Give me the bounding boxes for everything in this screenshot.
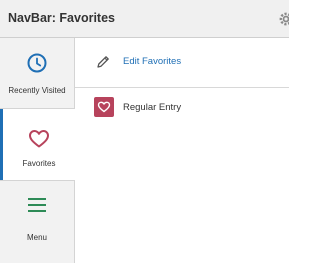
- sidebar-item-label: Recently Visited: [8, 86, 66, 95]
- favorite-tile: [94, 97, 114, 117]
- heart-icon: [97, 101, 111, 113]
- sidebar-item-menu[interactable]: Menu: [0, 196, 74, 246]
- favorite-item-label: Regular Entry: [123, 102, 182, 113]
- panel-header: NavBar: Favorites: [0, 0, 289, 38]
- pencil-icon: [95, 54, 111, 75]
- edit-favorites-button[interactable]: Edit Favorites: [75, 38, 289, 88]
- sidebar-item-label: Menu: [26, 233, 47, 242]
- navbar-favorites-panel: NavBar: Favorites Recently Visited Favor…: [0, 0, 289, 263]
- menu-icon: [0, 196, 74, 219]
- sidebar-item-label: Favorites: [22, 159, 56, 168]
- favorites-content: Edit Favorites Regular Entry: [75, 38, 289, 263]
- clock-icon: [0, 52, 74, 79]
- edit-favorites-label: Edit Favorites: [123, 56, 182, 67]
- sidebar-item-favorites[interactable]: Favorites: [0, 109, 75, 180]
- heart-icon: [3, 129, 75, 154]
- navbar-sidebar: Recently Visited Favorites Menu: [0, 38, 75, 263]
- sidebar-divider: [0, 180, 74, 181]
- panel-title: NavBar: Favorites: [8, 11, 115, 25]
- gear-icon[interactable]: [279, 12, 289, 26]
- favorite-item[interactable]: Regular Entry: [75, 94, 289, 124]
- sidebar-item-recently-visited[interactable]: Recently Visited: [0, 52, 74, 102]
